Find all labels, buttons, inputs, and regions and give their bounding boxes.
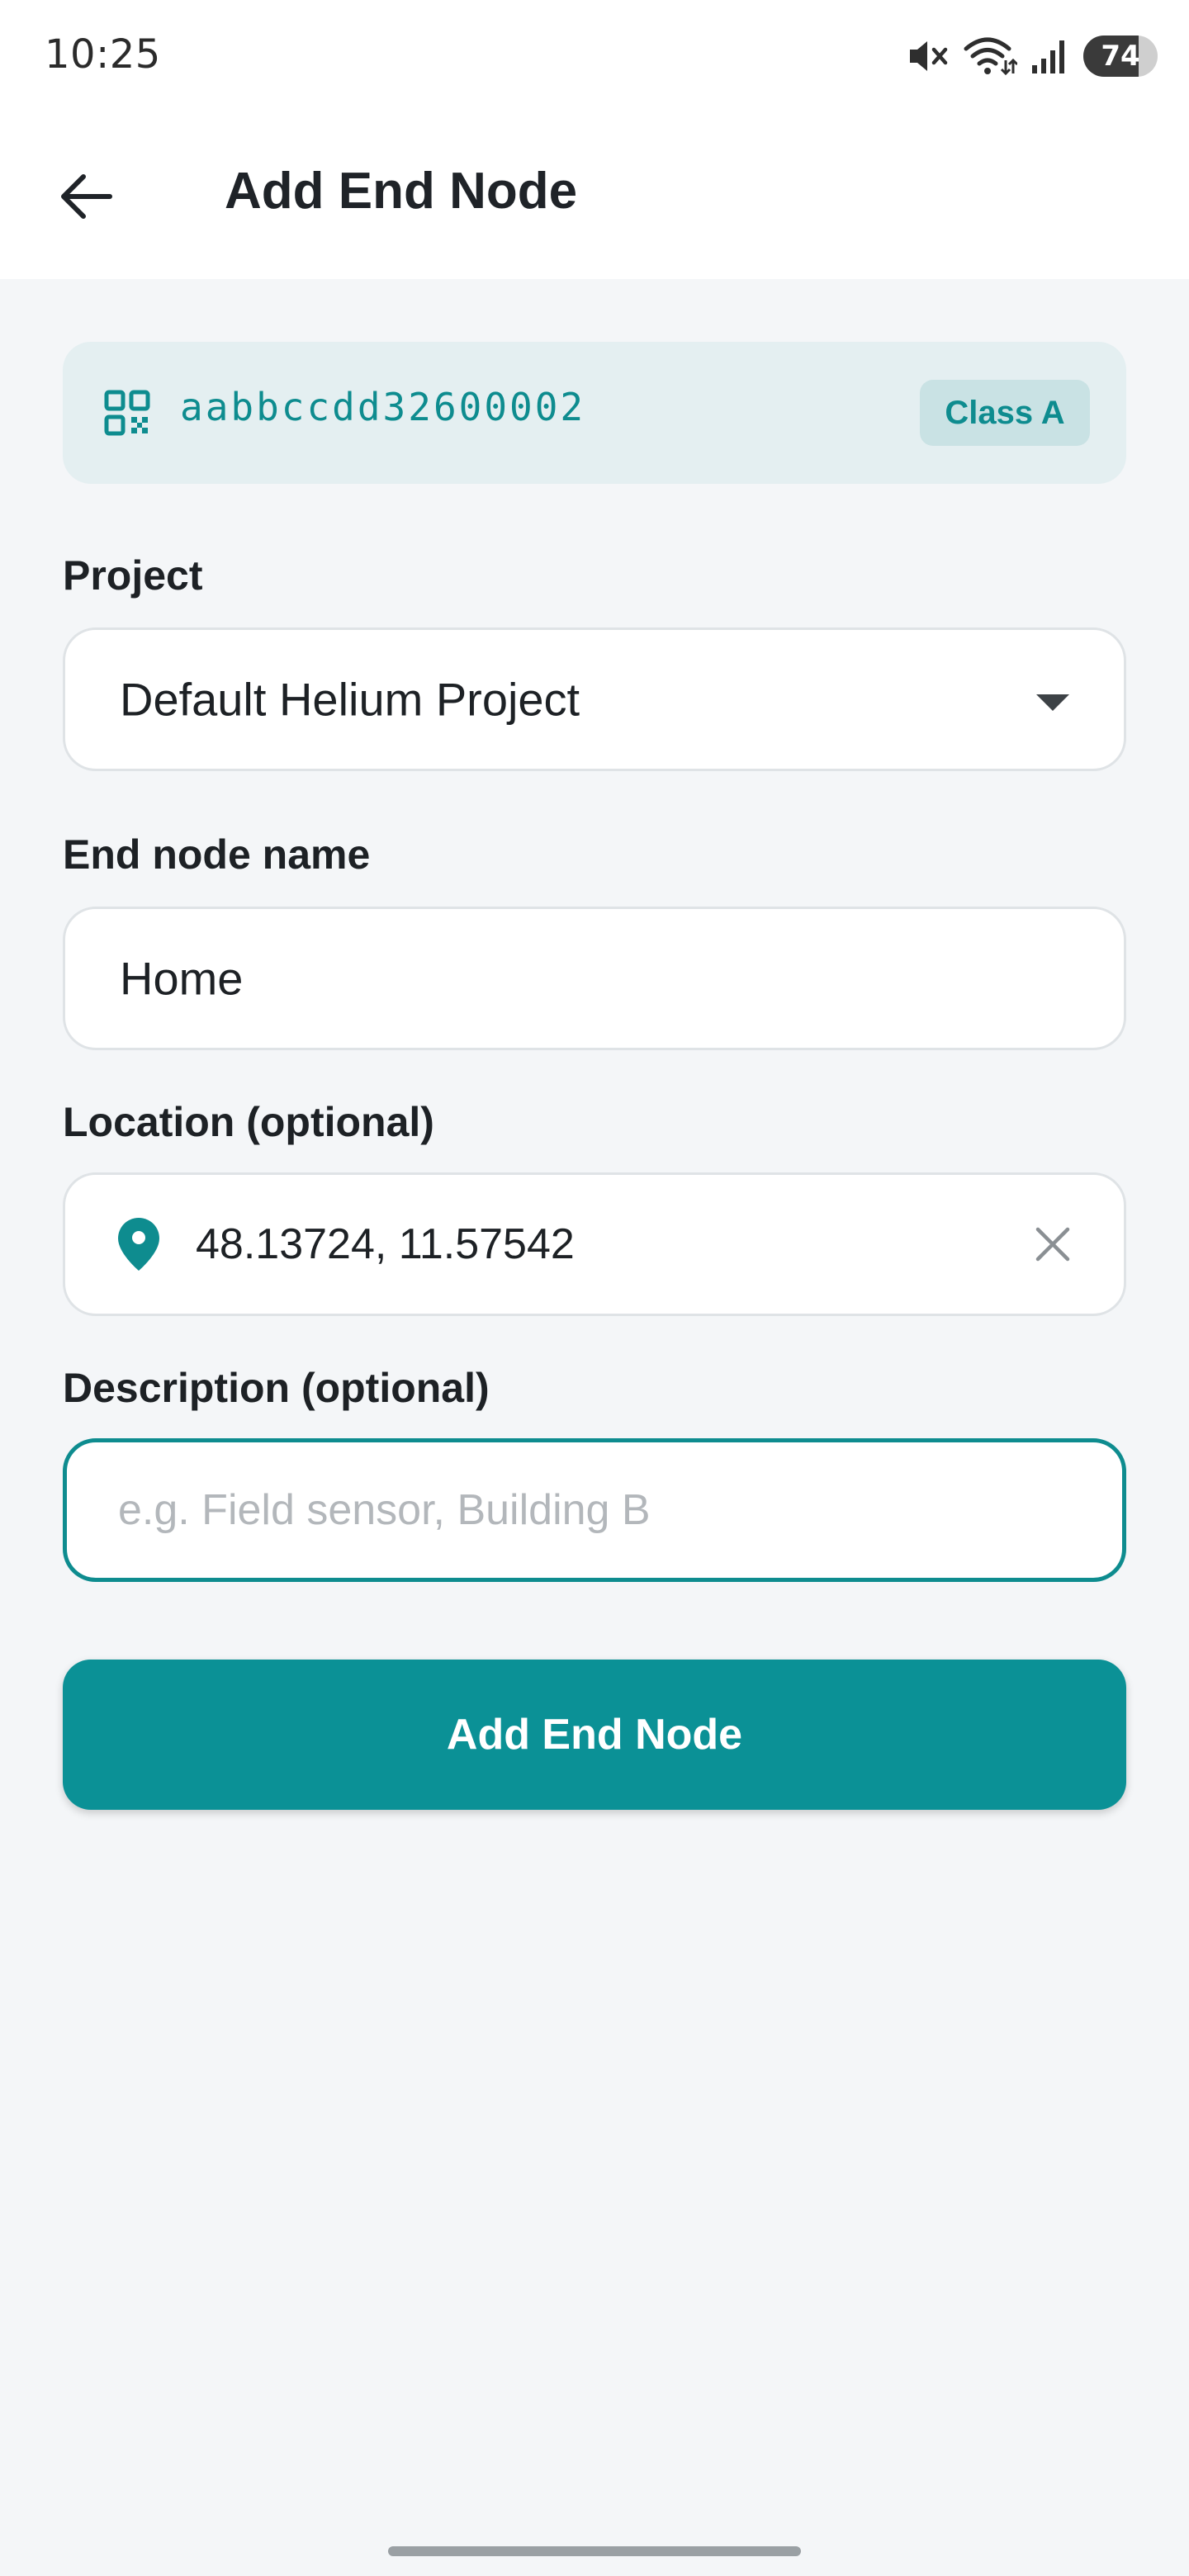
- signal-icon: [1032, 40, 1064, 73]
- wifi-icon: [964, 37, 1017, 76]
- close-icon: [1035, 1227, 1070, 1262]
- location-field[interactable]: 48.13724, 11.57542: [63, 1172, 1126, 1316]
- device-eui: aabbccdd32600002: [180, 385, 586, 429]
- status-time: 10:25: [45, 31, 161, 78]
- status-bar: 10:25 74: [0, 0, 1189, 112]
- mute-icon: [910, 41, 948, 71]
- map-pin-icon: [118, 1218, 159, 1271]
- name-value: Home: [120, 952, 244, 1005]
- page-title: Add End Node: [225, 163, 578, 220]
- status-icons: 74: [907, 33, 1158, 79]
- back-button[interactable]: [53, 163, 119, 230]
- clear-location-button[interactable]: [1028, 1219, 1078, 1269]
- description-label: Description (optional): [63, 1365, 490, 1411]
- device-eui-card: aabbccdd32600002 Class A: [63, 342, 1126, 484]
- app-bar: Add End Node: [0, 112, 1189, 279]
- caret-down-icon: [1036, 694, 1069, 711]
- name-field[interactable]: Home: [63, 907, 1126, 1050]
- description-input[interactable]: [118, 1442, 1026, 1578]
- battery-icon: 74: [1083, 36, 1158, 77]
- location-value: 48.13724, 11.57542: [196, 1220, 575, 1268]
- add-end-node-button[interactable]: Add End Node: [63, 1660, 1126, 1810]
- home-indicator[interactable]: [388, 2546, 801, 2556]
- qr-code-icon: [104, 390, 150, 436]
- class-badge: Class A: [920, 380, 1090, 446]
- location-label: Location (optional): [63, 1099, 434, 1145]
- project-dropdown[interactable]: Default Helium Project: [63, 627, 1126, 771]
- project-value: Default Helium Project: [120, 673, 580, 726]
- description-field[interactable]: [63, 1438, 1126, 1582]
- battery-level: 74: [1101, 40, 1140, 73]
- arrow-left-icon: [61, 174, 112, 219]
- project-label: Project: [63, 552, 203, 599]
- name-label: End node name: [63, 831, 371, 878]
